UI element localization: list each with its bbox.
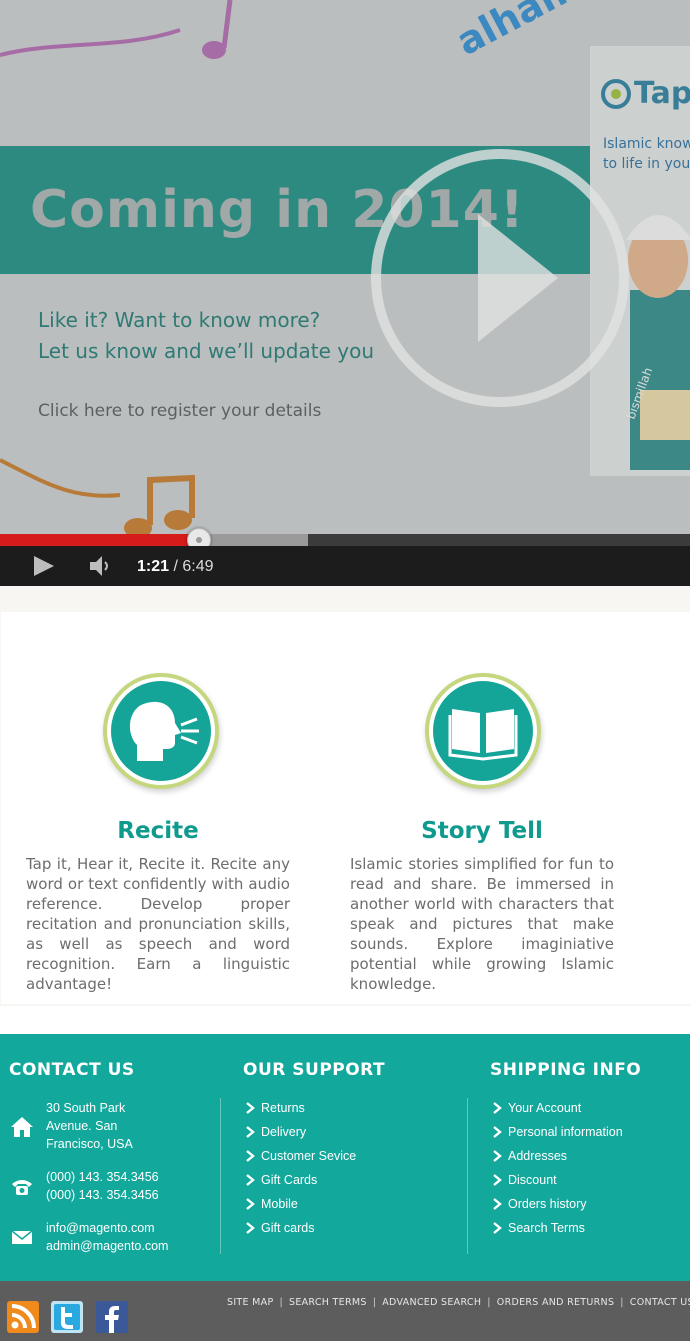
- support-link-label: Gift Cards: [261, 1173, 318, 1187]
- support-link[interactable]: Gift cards: [244, 1220, 356, 1244]
- support-link-label: Delivery: [261, 1125, 307, 1139]
- video-controls: 1:21 / 6:49: [0, 546, 690, 586]
- features-section: Recite Tap it, Hear it, Recite it. Recit…: [0, 586, 690, 1006]
- chevron-right-icon: [493, 1150, 502, 1162]
- phone-icon: [12, 1180, 32, 1195]
- bottom-link[interactable]: ORDERS AND RETURNS: [497, 1297, 614, 1308]
- chevron-right-icon: [493, 1222, 502, 1234]
- time-current: 1:21: [137, 558, 170, 575]
- story-icon-circle: [425, 673, 541, 789]
- bottom-link[interactable]: ADVANCED SEARCH: [382, 1297, 481, 1308]
- phone-number: (000) 143. 354.3456: [46, 1188, 159, 1202]
- footer: CONTACT US OUR SUPPORT SHIPPING INFO 30 …: [0, 1034, 690, 1281]
- link-separator: |: [279, 1297, 283, 1308]
- open-book-icon: [448, 709, 518, 761]
- time-total: / 6:49: [169, 558, 214, 575]
- shipping-links: Your Account Personal information Addresse…: [491, 1100, 623, 1244]
- support-link-label: Customer Sevice: [261, 1149, 357, 1163]
- contact-address: 30 South Park Avenue. San Francisco, USA: [46, 1099, 133, 1153]
- video-time: 1:21 / 6:49: [137, 558, 214, 576]
- twitter-icon[interactable]: [51, 1301, 83, 1333]
- rss-icon[interactable]: [7, 1301, 39, 1333]
- feature-title: Story Tell: [421, 818, 543, 844]
- link-separator: |: [372, 1297, 377, 1308]
- shipping-link-label: Addresses: [508, 1149, 568, 1163]
- mail-icon: [11, 1230, 33, 1244]
- feature-title: Recite: [117, 818, 199, 844]
- recite-icon-circle: [103, 673, 219, 789]
- contact-phones: (000) 143. 354.3456 (000) 143. 354.3456: [46, 1168, 159, 1204]
- support-link-label: Mobile: [261, 1197, 298, 1211]
- support-link-label: Returns: [261, 1101, 305, 1115]
- chevron-right-icon: [246, 1150, 255, 1162]
- footer-divider: [220, 1098, 221, 1254]
- chevron-right-icon: [493, 1126, 502, 1138]
- shipping-link-label: Discount: [508, 1173, 557, 1187]
- chevron-right-icon: [246, 1174, 255, 1186]
- play-icon[interactable]: [30, 554, 56, 578]
- chevron-right-icon: [493, 1102, 502, 1114]
- support-link[interactable]: Returns: [244, 1100, 356, 1124]
- home-icon: [11, 1117, 33, 1137]
- shipping-link[interactable]: Addresses: [491, 1148, 623, 1172]
- address-line: Francisco, USA: [46, 1137, 133, 1151]
- feature-description: Islamic stories simplified for fun to re…: [350, 855, 614, 993]
- support-links: Returns Delivery Customer Sevice Gift Cards…: [244, 1100, 356, 1244]
- support-link-label: Gift cards: [261, 1221, 315, 1235]
- chevron-right-icon: [493, 1198, 502, 1210]
- chevron-right-icon: [246, 1102, 255, 1114]
- support-link[interactable]: Gift Cards: [244, 1172, 356, 1196]
- shipping-link-label: Your Account: [508, 1101, 582, 1115]
- shipping-link[interactable]: Your Account: [491, 1100, 623, 1124]
- bottom-link[interactable]: CONTACT US: [630, 1297, 690, 1308]
- shipping-link[interactable]: Discount: [491, 1172, 623, 1196]
- email-link[interactable]: info@magento.com: [46, 1219, 168, 1237]
- facebook-icon[interactable]: [96, 1301, 128, 1333]
- chevron-right-icon: [493, 1174, 502, 1186]
- shipping-link[interactable]: Orders history: [491, 1196, 623, 1220]
- address-line: Avenue. San: [46, 1119, 118, 1133]
- video-progress-bar[interactable]: [0, 528, 690, 552]
- shipping-link-label: Orders history: [508, 1197, 587, 1211]
- shipping-info-heading: SHIPPING INFO: [490, 1060, 642, 1080]
- phone-number: (000) 143. 354.3456: [46, 1170, 159, 1184]
- link-separator: |: [620, 1297, 624, 1308]
- shipping-link[interactable]: Search Terms: [491, 1220, 623, 1244]
- email-link[interactable]: admin@magento.com: [46, 1237, 168, 1255]
- footer-divider: [467, 1098, 468, 1254]
- address-line: 30 South Park: [46, 1101, 126, 1115]
- contact-us-heading: CONTACT US: [9, 1060, 135, 1080]
- chevron-right-icon: [246, 1126, 255, 1138]
- video-player[interactable]: alhamd Coming in 2014! Like it? Want to …: [0, 0, 690, 586]
- bottom-bar: SITE MAP | SEARCH TERMS | ADVANCED SEARCH | OR…: [0, 1281, 690, 1341]
- speaking-head-icon: [129, 701, 199, 761]
- volume-icon[interactable]: [88, 554, 114, 578]
- contact-emails: info@magento.com admin@magento.com: [46, 1219, 168, 1255]
- chevron-right-icon: [246, 1198, 255, 1210]
- played-bar: [0, 534, 200, 546]
- link-separator: |: [487, 1297, 491, 1308]
- our-support-heading: OUR SUPPORT: [243, 1060, 386, 1080]
- support-link[interactable]: Mobile: [244, 1196, 356, 1220]
- bottom-link[interactable]: SITE MAP: [227, 1297, 273, 1308]
- big-play-icon[interactable]: [368, 146, 632, 410]
- shipping-link-label: Personal information: [508, 1125, 623, 1139]
- support-link[interactable]: Delivery: [244, 1124, 356, 1148]
- bottom-link[interactable]: SEARCH TERMS: [289, 1297, 367, 1308]
- bottom-links: SITE MAP | SEARCH TERMS | ADVANCED SEARCH | OR…: [227, 1297, 690, 1308]
- shipping-link[interactable]: Personal information: [491, 1124, 623, 1148]
- support-link[interactable]: Customer Sevice: [244, 1148, 356, 1172]
- chevron-right-icon: [246, 1222, 255, 1234]
- shipping-link-label: Search Terms: [508, 1221, 585, 1235]
- features-panel: Recite Tap it, Hear it, Recite it. Recit…: [1, 612, 690, 1004]
- feature-description: Tap it, Hear it, Recite it. Recite any w…: [26, 855, 290, 993]
